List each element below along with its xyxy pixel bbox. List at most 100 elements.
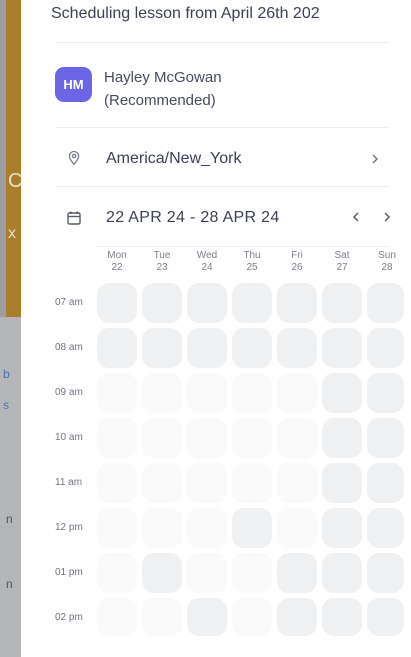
- time-slot: [187, 598, 227, 636]
- day-header-fri: Fri 26: [280, 250, 314, 274]
- divider: [55, 42, 389, 43]
- time-slot[interactable]: [277, 508, 317, 548]
- time-slot: [142, 283, 182, 323]
- divider: [97, 246, 389, 247]
- time-slot[interactable]: [187, 463, 227, 503]
- day-date: 24: [201, 262, 213, 273]
- time-slot[interactable]: [232, 553, 272, 593]
- time-slot[interactable]: [97, 553, 137, 593]
- time-slot: [322, 598, 362, 636]
- time-slot: [277, 598, 317, 636]
- chevron-right-icon[interactable]: [370, 150, 380, 168]
- time-slot[interactable]: [142, 463, 182, 503]
- time-label: 10 am: [55, 432, 83, 443]
- location-pin-icon: [68, 150, 80, 166]
- day-name: Sat: [334, 250, 350, 261]
- time-label: 01 pm: [55, 567, 83, 578]
- time-slot: [367, 508, 404, 548]
- avatar: HM: [55, 67, 92, 102]
- time-slot[interactable]: [142, 598, 182, 636]
- time-slot[interactable]: [232, 418, 272, 458]
- day-header-thu: Thu 25: [235, 250, 269, 274]
- day-name: Wed: [196, 250, 218, 261]
- day-header-tue: Tue 23: [145, 250, 179, 274]
- backdrop-text: n: [6, 577, 13, 591]
- time-slot: [367, 373, 404, 413]
- time-slot[interactable]: [97, 463, 137, 503]
- time-slot[interactable]: [187, 373, 227, 413]
- time-slot[interactable]: [142, 508, 182, 548]
- time-slot[interactable]: [97, 373, 137, 413]
- calendar-icon: [67, 211, 81, 225]
- time-slot[interactable]: [232, 598, 272, 636]
- time-slot[interactable]: [187, 418, 227, 458]
- day-name: Tue: [153, 250, 171, 261]
- previous-week-button[interactable]: [349, 208, 363, 226]
- day-header-sun: Sun 28: [370, 250, 404, 274]
- day-name: Thu: [243, 250, 261, 261]
- time-slot[interactable]: [232, 373, 272, 413]
- time-slot: [322, 508, 362, 548]
- time-slot: [232, 283, 272, 323]
- time-slot: [367, 598, 404, 636]
- time-slot: [367, 463, 404, 503]
- time-slot: [277, 553, 317, 593]
- day-header-wed: Wed 24: [190, 250, 224, 274]
- backdrop-text: b: [3, 367, 10, 381]
- time-slot: [187, 328, 227, 368]
- time-slot: [367, 418, 404, 458]
- backdrop-text: x: [8, 225, 16, 242]
- time-slot[interactable]: [142, 373, 182, 413]
- day-date: 23: [156, 262, 168, 273]
- time-slot: [187, 283, 227, 323]
- time-slot: [322, 373, 362, 413]
- time-slot[interactable]: [97, 418, 137, 458]
- time-slot[interactable]: [187, 553, 227, 593]
- time-slot[interactable]: [97, 598, 137, 636]
- time-slot: [142, 553, 182, 593]
- time-slot: [367, 328, 404, 368]
- time-slot[interactable]: [277, 463, 317, 503]
- day-date: 26: [291, 262, 303, 273]
- time-slot: [97, 283, 137, 323]
- time-slot[interactable]: [187, 508, 227, 548]
- day-header-sat: Sat 27: [325, 250, 359, 274]
- time-label: 08 am: [55, 342, 83, 353]
- time-slot[interactable]: [142, 418, 182, 458]
- day-date: 28: [381, 262, 393, 273]
- page-backdrop: C x b s n n: [0, 0, 22, 657]
- time-slot: [367, 283, 404, 323]
- time-slot: [232, 508, 272, 548]
- divider: [55, 186, 389, 187]
- time-slot: [322, 328, 362, 368]
- time-slot[interactable]: [97, 508, 137, 548]
- day-name: Sun: [378, 250, 396, 261]
- day-date: 25: [246, 262, 258, 273]
- page-title: Scheduling lesson from April 26th 202: [51, 5, 320, 22]
- time-slot: [367, 553, 404, 593]
- next-week-button[interactable]: [380, 208, 394, 226]
- time-label: 11 am: [55, 477, 83, 488]
- time-slot: [277, 283, 317, 323]
- day-name: Mon: [107, 250, 127, 261]
- day-date: 22: [111, 262, 123, 273]
- time-slot[interactable]: [277, 418, 317, 458]
- day-name: Fri: [291, 250, 303, 261]
- time-slot[interactable]: [277, 373, 317, 413]
- time-slot: [322, 463, 362, 503]
- time-slot: [97, 328, 137, 368]
- time-slot: [322, 418, 362, 458]
- backdrop-text: n: [6, 512, 13, 526]
- tutor-name[interactable]: Hayley McGowan (Recommended): [104, 66, 284, 112]
- day-header-mon: Mon 22: [100, 250, 134, 274]
- time-slot: [142, 328, 182, 368]
- time-slot[interactable]: [232, 463, 272, 503]
- timezone-select[interactable]: America/New_York: [106, 150, 241, 168]
- week-range: 22 APR 24 - 28 APR 24: [106, 209, 280, 226]
- backdrop-text: s: [3, 398, 9, 412]
- backdrop-gold-strip: [6, 0, 21, 317]
- time-label: 09 am: [55, 387, 83, 398]
- day-date: 27: [336, 262, 348, 273]
- time-label: 12 pm: [55, 522, 83, 533]
- time-slot: [232, 328, 272, 368]
